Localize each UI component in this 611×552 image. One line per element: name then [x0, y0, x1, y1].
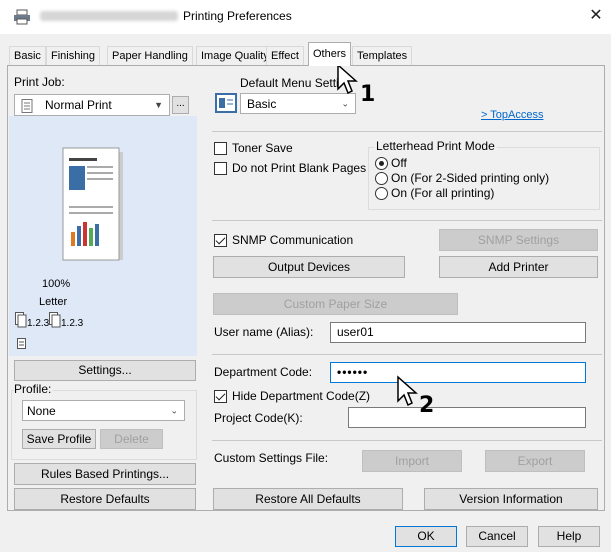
divider — [212, 131, 602, 132]
toner-save-label: Toner Save — [232, 141, 293, 155]
print-job-value: Normal Print — [45, 98, 112, 112]
snmp-settings-button[interactable]: SNMP Settings — [439, 229, 598, 251]
version-information-button[interactable]: Version Information — [424, 488, 598, 510]
blank-pages-label: Do not Print Blank Pages — [232, 161, 367, 175]
save-profile-button[interactable]: Save Profile — [22, 429, 96, 449]
user-name-label: User name (Alias): — [214, 325, 314, 339]
user-name-field[interactable]: user01 — [330, 322, 586, 343]
letterhead-all-label: On (For all printing) — [391, 186, 495, 200]
tab-paper-handling[interactable]: Paper Handling — [107, 46, 193, 65]
letterhead-label: Letterhead Print Mode — [374, 139, 497, 153]
chevron-down-icon: ⌄ — [170, 405, 178, 415]
print-job-more-button[interactable]: ... — [172, 96, 189, 114]
print-job-label: Print Job: — [14, 75, 65, 89]
letterhead-2sided-label: On (For 2-Sided printing only) — [391, 171, 550, 185]
export-button[interactable]: Export — [485, 450, 585, 472]
rules-based-printings-button[interactable]: Rules Based Printings... — [14, 463, 196, 485]
profile-value: None — [27, 404, 56, 418]
chevron-down-icon: ⌄ — [341, 98, 349, 108]
close-button[interactable]: ✕ — [586, 6, 606, 26]
toner-save-checkbox[interactable] — [214, 142, 227, 155]
project-code-field[interactable] — [348, 407, 586, 428]
custom-paper-size-button[interactable]: Custom Paper Size — [213, 293, 458, 315]
duplex-icon — [17, 338, 26, 349]
snmp-label: SNMP Communication — [232, 233, 354, 247]
hide-department-code-checkbox[interactable] — [214, 390, 227, 403]
tab-templates[interactable]: Templates — [352, 46, 413, 65]
blank-pages-checkbox[interactable] — [214, 162, 227, 175]
default-menu-label: Default Menu Setti — [240, 76, 339, 90]
print-job-select[interactable]: Normal Print ▼ — [14, 94, 170, 116]
profile-select[interactable]: None ⌄ — [22, 400, 185, 421]
tab-basic[interactable]: Basic — [9, 46, 46, 65]
profile-label: Profile: — [14, 382, 54, 396]
default-menu-value: Basic — [247, 97, 277, 111]
collate-stack-icon — [15, 312, 27, 328]
menu-settings-icon — [215, 93, 237, 113]
collate-b: 1.2.3 — [61, 318, 84, 329]
zoom-level: 100% — [42, 278, 71, 290]
divider — [212, 220, 602, 221]
snmp-checkbox[interactable] — [214, 234, 227, 247]
help-button[interactable]: Help — [538, 526, 600, 547]
letterhead-all-radio[interactable] — [375, 187, 388, 200]
project-code-label: Project Code(K): — [214, 411, 303, 425]
restore-all-defaults-button[interactable]: Restore All Defaults — [213, 488, 403, 510]
tab-image-quality[interactable]: Image Quality — [196, 46, 274, 65]
add-printer-button[interactable]: Add Printer — [439, 256, 598, 278]
printer-icon — [14, 9, 30, 25]
letterhead-off-radio[interactable] — [375, 157, 388, 170]
document-icon — [21, 99, 33, 113]
callout-2: 2 — [419, 393, 435, 418]
output-devices-button[interactable]: Output Devices — [213, 256, 405, 278]
blurred-printer-name — [40, 11, 178, 21]
department-code-label: Department Code: — [214, 365, 313, 379]
divider — [212, 440, 602, 441]
settings-button[interactable]: Settings... — [14, 360, 196, 381]
tab-finishing[interactable]: Finishing — [46, 46, 101, 65]
topaccess-link[interactable]: > TopAccess — [481, 109, 543, 121]
preview-panel: 100% Letter 1.2.3 1.2.3 — [9, 116, 197, 356]
collate-stack-icon — [49, 312, 61, 328]
page-preview-icon — [62, 147, 123, 261]
collate-a: 1.2.3 — [27, 318, 50, 329]
restore-defaults-button[interactable]: Restore Defaults — [14, 488, 196, 510]
chevron-down-icon: ▼ — [154, 100, 163, 110]
callout-1: 1 — [360, 82, 376, 107]
import-button[interactable]: Import — [362, 450, 462, 472]
window-title: Printing Preferences — [183, 9, 292, 23]
custom-settings-file-label: Custom Settings File: — [214, 451, 329, 465]
hide-department-code-label: Hide Department Code(Z) — [232, 389, 371, 403]
default-menu-select[interactable]: Basic ⌄ — [240, 93, 356, 114]
divider — [212, 354, 602, 355]
letterhead-2sided-radio[interactable] — [375, 172, 388, 185]
paper-size: Letter — [39, 296, 68, 308]
ok-button[interactable]: OK — [395, 526, 457, 547]
cancel-button[interactable]: Cancel — [466, 526, 528, 547]
letterhead-off-label: Off — [391, 156, 407, 170]
delete-profile-button[interactable]: Delete — [100, 429, 163, 449]
tab-others[interactable]: Others — [308, 42, 352, 66]
tab-effect[interactable]: Effect — [266, 46, 304, 65]
department-code-field[interactable]: •••••• — [330, 362, 586, 383]
